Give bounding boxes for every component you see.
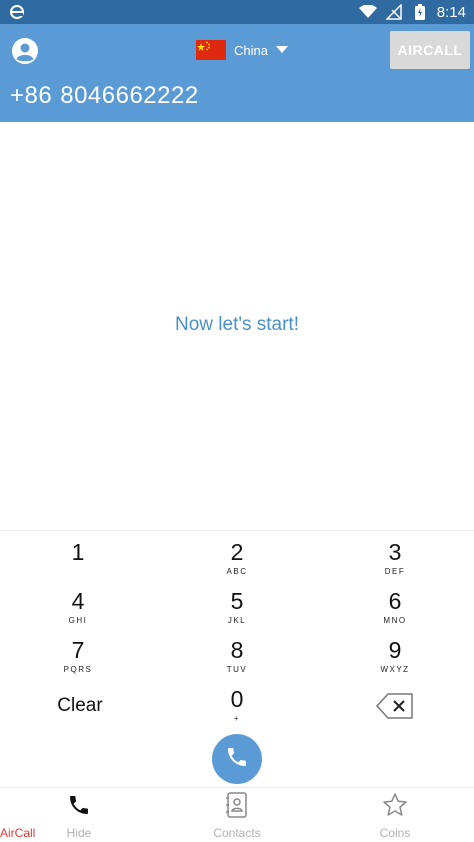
account-icon[interactable] bbox=[10, 36, 40, 66]
key-letters: PQRS bbox=[63, 665, 93, 674]
star-icon bbox=[382, 792, 408, 818]
key-2[interactable]: 2 ABC bbox=[177, 539, 297, 585]
key-digit: 3 bbox=[388, 539, 402, 565]
key-letters: WXYZ bbox=[380, 665, 410, 674]
dial-keypad: 1 2 ABC 3 DEF 4 GHI 5 JKL 6 MNO 7 PQRS 8… bbox=[0, 530, 474, 730]
key-5[interactable]: 5 JKL bbox=[177, 588, 297, 634]
contacts-icon bbox=[225, 792, 249, 818]
key-letters: DEF bbox=[384, 567, 406, 576]
app-header: China AIRCALL +86 8046662222 bbox=[0, 24, 474, 122]
aircall-button[interactable]: AIRCALL bbox=[390, 31, 470, 69]
app-name-label: AirCall bbox=[0, 826, 36, 840]
nav-contacts[interactable]: Contacts bbox=[158, 788, 316, 842]
nav-label: Contacts bbox=[213, 826, 261, 840]
dropdown-arrow-icon bbox=[275, 41, 288, 59]
china-flag-icon bbox=[196, 40, 226, 60]
key-4[interactable]: 4 GHI bbox=[18, 588, 138, 634]
key-digit: 9 bbox=[388, 637, 402, 663]
key-digit: 2 bbox=[230, 539, 244, 565]
key-letters: TUV bbox=[226, 665, 248, 674]
key-letters: ABC bbox=[226, 567, 248, 576]
key-digit: 6 bbox=[388, 588, 402, 614]
key-digit: 7 bbox=[71, 637, 85, 663]
key-digit: 4 bbox=[71, 588, 85, 614]
key-digit: 8 bbox=[230, 637, 244, 663]
key-letters: + bbox=[233, 714, 241, 723]
battery-icon bbox=[411, 3, 429, 21]
call-button[interactable] bbox=[212, 734, 262, 784]
phone-icon bbox=[225, 745, 249, 774]
key-0[interactable]: 0 + bbox=[177, 686, 297, 732]
key-6[interactable]: 6 MNO bbox=[335, 588, 455, 634]
key-letters: MNO bbox=[383, 616, 407, 625]
key-3[interactable]: 3 DEF bbox=[335, 539, 455, 585]
nav-label: Hide bbox=[66, 826, 92, 840]
browser-e-icon bbox=[8, 3, 26, 21]
bottom-navigation: Hide Contacts Coins bbox=[0, 787, 474, 842]
key-digit: 1 bbox=[71, 539, 85, 565]
empty-state-message: Now let's start! bbox=[175, 314, 299, 335]
country-selector[interactable]: China bbox=[196, 38, 288, 62]
clear-button[interactable]: Clear bbox=[40, 691, 120, 721]
key-digit: 0 bbox=[230, 686, 244, 712]
key-9[interactable]: 9 WXYZ bbox=[335, 637, 455, 683]
status-bar: 8:14 bbox=[0, 0, 474, 24]
key-7[interactable]: 7 PQRS bbox=[18, 637, 138, 683]
phone-number-display: +86 8046662222 bbox=[10, 82, 199, 110]
wifi-icon bbox=[358, 3, 377, 21]
key-digit: 5 bbox=[230, 588, 244, 614]
phone-icon bbox=[67, 792, 91, 818]
country-code: +86 bbox=[10, 82, 53, 109]
key-8[interactable]: 8 TUV bbox=[177, 637, 297, 683]
country-name: China bbox=[234, 42, 268, 58]
dialed-number: 8046662222 bbox=[60, 82, 199, 109]
nav-coins[interactable]: Coins bbox=[316, 788, 474, 842]
key-letters: GHI bbox=[68, 616, 88, 625]
clock: 8:14 bbox=[436, 3, 466, 21]
key-1[interactable]: 1 bbox=[18, 539, 138, 585]
nav-label: Coins bbox=[379, 826, 411, 840]
key-letters: JKL bbox=[227, 616, 247, 625]
no-signal-icon bbox=[385, 3, 403, 21]
backspace-icon[interactable] bbox=[372, 691, 418, 721]
